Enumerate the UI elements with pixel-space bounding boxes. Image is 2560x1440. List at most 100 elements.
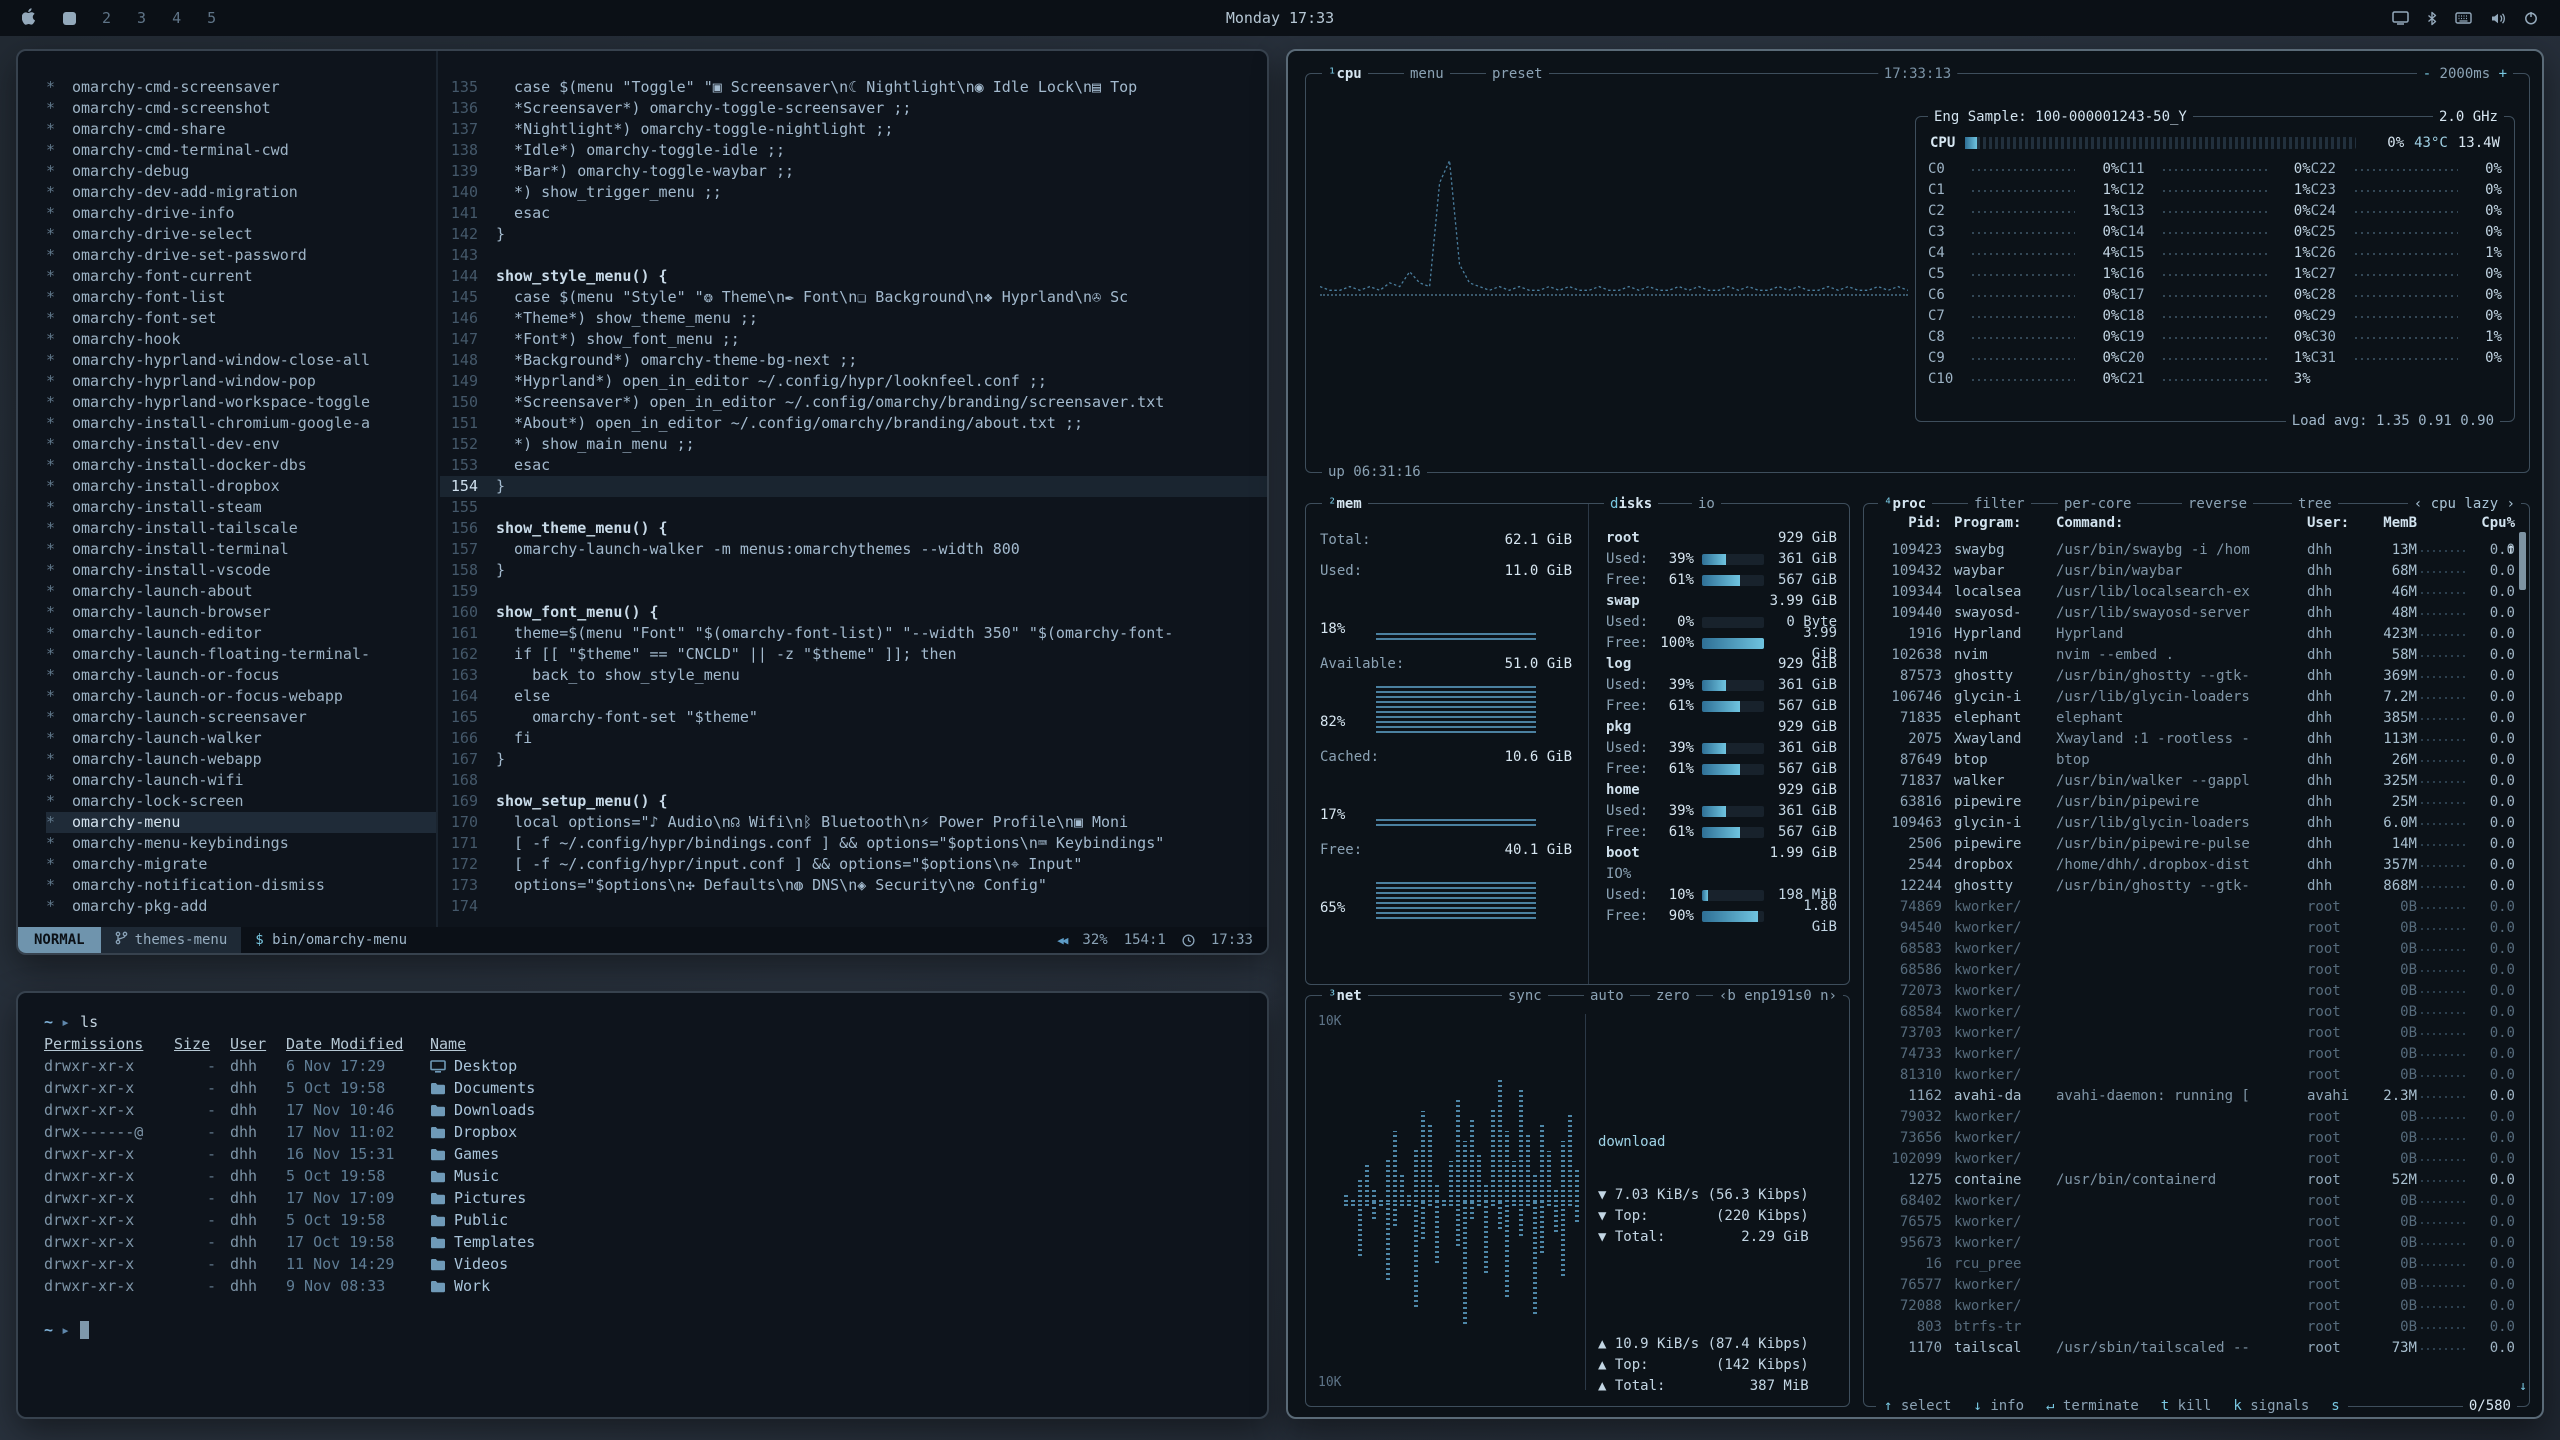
file-item[interactable]: *omarchy-launch-browser [46, 602, 436, 623]
power-icon[interactable] [2524, 11, 2538, 25]
process-row[interactable]: 109344localsea/usr/lib/localsearch-exdhh… [1864, 582, 2515, 603]
file-item[interactable]: *omarchy-cmd-share [46, 119, 436, 140]
file-item[interactable]: *omarchy-launch-screensaver [46, 707, 436, 728]
file-item[interactable]: *omarchy-install-steam [46, 497, 436, 518]
footer-key[interactable]: k signals [2231, 1396, 2311, 1416]
process-row[interactable]: 95673kworker/root0B0.0 [1864, 1233, 2515, 1254]
file-item[interactable]: *omarchy-launch-or-focus [46, 665, 436, 686]
file-item[interactable]: *omarchy-cmd-screenshot [46, 98, 436, 119]
git-branch[interactable]: themes-menu [101, 927, 242, 953]
process-row[interactable]: 71835elephantelephantdhh385M0.0 [1864, 708, 2515, 729]
process-row[interactable]: 68583kworker/root0B0.0 [1864, 939, 2515, 960]
cpu-preset-button[interactable]: preset [1486, 64, 1549, 84]
volume-icon[interactable] [2490, 12, 2506, 25]
file-item[interactable]: *omarchy-install-dev-env [46, 434, 436, 455]
file-item[interactable]: *omarchy-launch-floating-terminal- [46, 644, 436, 665]
file-item[interactable]: *omarchy-dev-add-migration [46, 182, 436, 203]
process-row[interactable]: 72073kworker/root0B0.0 [1864, 981, 2515, 1002]
process-row[interactable]: 72088kworker/root0B0.0 [1864, 1296, 2515, 1317]
terminal-window[interactable]: ~ ▸ ls PermissionsSizeUserDate ModifiedN… [16, 991, 1269, 1419]
file-item[interactable]: *omarchy-menu [46, 812, 436, 833]
process-row[interactable]: 68402kworker/root0B0.0 [1864, 1191, 2515, 1212]
file-item[interactable]: *omarchy-launch-wifi [46, 770, 436, 791]
process-row[interactable]: 76577kworker/root0B0.0 [1864, 1275, 2515, 1296]
file-item[interactable]: *omarchy-font-list [46, 287, 436, 308]
file-item[interactable]: *omarchy-menu-keybindings [46, 833, 436, 854]
process-row[interactable]: 68584kworker/root0B0.0 [1864, 1002, 2515, 1023]
file-item[interactable]: *omarchy-debug [46, 161, 436, 182]
process-row[interactable]: 1916HyprlandHyprlanddhh423M0.0 [1864, 624, 2515, 645]
workspace-3[interactable]: 3 [137, 9, 146, 27]
process-row[interactable]: 109440swayosd-/usr/lib/swayosd-serverdhh… [1864, 603, 2515, 624]
active-workspace-icon[interactable] [63, 12, 76, 25]
process-row[interactable]: 2544dropbox/home/dhh/.dropbox-distdhh357… [1864, 855, 2515, 876]
proc-sort-selector[interactable]: ‹ cpu lazy › [2408, 494, 2521, 514]
process-row[interactable]: 87573ghostty/usr/bin/ghostty --gtk-dhh36… [1864, 666, 2515, 687]
proc-tree-button[interactable]: tree [2292, 494, 2338, 514]
process-row[interactable]: 76575kworker/root0B0.0 [1864, 1212, 2515, 1233]
file-item[interactable]: *omarchy-launch-about [46, 581, 436, 602]
process-row[interactable]: 2075XwaylandXwayland :1 -rootless -dhh11… [1864, 729, 2515, 750]
net-sync-button[interactable]: sync [1502, 986, 1548, 1006]
file-item[interactable]: *omarchy-pkg-add [46, 896, 436, 917]
file-item[interactable]: *omarchy-install-terminal [46, 539, 436, 560]
net-interface-switch[interactable]: ‹b enp191s0 n› [1713, 986, 1843, 1006]
file-item[interactable]: *omarchy-install-dropbox [46, 476, 436, 497]
file-item[interactable]: *omarchy-cmd-screensaver [46, 77, 436, 98]
file-item[interactable]: *omarchy-install-vscode [46, 560, 436, 581]
process-row[interactable]: 74733kworker/root0B0.0 [1864, 1044, 2515, 1065]
process-row[interactable]: 109463glycin-i/usr/lib/glycin-loadersdhh… [1864, 813, 2515, 834]
tab-cpu[interactable]: ¹cpu [1322, 64, 1368, 84]
interval-increase-button[interactable]: + [2499, 66, 2507, 82]
footer-key[interactable]: t kill [2159, 1396, 2214, 1416]
net-auto-button[interactable]: auto [1584, 986, 1630, 1006]
process-row[interactable]: 68586kworker/root0B0.0 [1864, 960, 2515, 981]
file-item[interactable]: *omarchy-hyprland-window-pop [46, 371, 436, 392]
clock[interactable]: Monday 17:33 [1226, 9, 1334, 27]
proc-percore-button[interactable]: per-core [2058, 494, 2137, 514]
file-item[interactable]: *omarchy-font-current [46, 266, 436, 287]
file-item[interactable]: *omarchy-hyprland-window-close-all [46, 350, 436, 371]
proc-reverse-button[interactable]: reverse [2182, 494, 2253, 514]
process-row[interactable]: 94540kworker/root0B0.0 [1864, 918, 2515, 939]
workspace-5[interactable]: 5 [207, 9, 216, 27]
proc-scrollbar-thumb[interactable] [2519, 532, 2526, 590]
file-item[interactable]: *omarchy-font-set [46, 308, 436, 329]
process-row[interactable]: 2506pipewire/usr/bin/pipewire-pulsedhh14… [1864, 834, 2515, 855]
process-row[interactable]: 109432waybar/usr/bin/waybardhh68M0.0 [1864, 561, 2515, 582]
file-item[interactable]: *omarchy-launch-editor [46, 623, 436, 644]
process-row[interactable]: 71837walker/usr/bin/walker --gappldhh325… [1864, 771, 2515, 792]
process-row[interactable]: 102099kworker/root0B0.0 [1864, 1149, 2515, 1170]
footer-key[interactable]: ↵ terminate [2044, 1396, 2141, 1416]
keyboard-icon[interactable] [2455, 12, 2472, 24]
file-item[interactable]: *omarchy-drive-select [46, 224, 436, 245]
cast-icon[interactable] [2392, 11, 2409, 25]
tab-net[interactable]: ³net [1322, 986, 1368, 1006]
proc-filter-button[interactable]: filter [1968, 494, 2031, 514]
file-item[interactable]: *omarchy-launch-walker [46, 728, 436, 749]
tab-proc[interactable]: ⁴proc [1878, 494, 1932, 514]
file-item[interactable]: *omarchy-install-tailscale [46, 518, 436, 539]
process-row[interactable]: 73656kworker/root0B0.0 [1864, 1128, 2515, 1149]
file-item[interactable]: *omarchy-notification-dismiss [46, 875, 436, 896]
footer-key[interactable]: ↑ select [1882, 1396, 1953, 1416]
process-row[interactable]: 12244ghostty/usr/bin/ghostty --gtk-dhh86… [1864, 876, 2515, 897]
process-row[interactable]: 1170tailscal/usr/sbin/tailscaled --root7… [1864, 1338, 2515, 1359]
code-editor[interactable]: 135 case $(menu "Toggle" "▣ Screensaver\… [440, 51, 1267, 927]
scroll-down-icon[interactable]: ↓ [2519, 1379, 2527, 1394]
workspace-4[interactable]: 4 [172, 9, 181, 27]
process-row[interactable]: 79032kworker/root0B0.0 [1864, 1107, 2515, 1128]
bluetooth-icon[interactable] [2427, 11, 2437, 26]
file-item[interactable]: *omarchy-launch-or-focus-webapp [46, 686, 436, 707]
process-row[interactable]: 16rcu_preeroot0B0.0 [1864, 1254, 2515, 1275]
process-row[interactable]: 106746glycin-i/usr/lib/glycin-loadersdhh… [1864, 687, 2515, 708]
file-item[interactable]: *omarchy-cmd-terminal-cwd [46, 140, 436, 161]
file-item[interactable]: *omarchy-install-chromium-google-a [46, 413, 436, 434]
footer-key[interactable]: ↓ info [1971, 1396, 2026, 1416]
net-zero-button[interactable]: zero [1650, 986, 1696, 1006]
file-item[interactable]: *omarchy-hyprland-workspace-toggle [46, 392, 436, 413]
interval-decrease-button[interactable]: - [2423, 66, 2431, 82]
process-row[interactable]: 102638nvimnvim --embed .dhh58M0.0 [1864, 645, 2515, 666]
process-row[interactable]: 74869kworker/root0B0.0 [1864, 897, 2515, 918]
apple-logo-icon[interactable] [22, 8, 37, 29]
